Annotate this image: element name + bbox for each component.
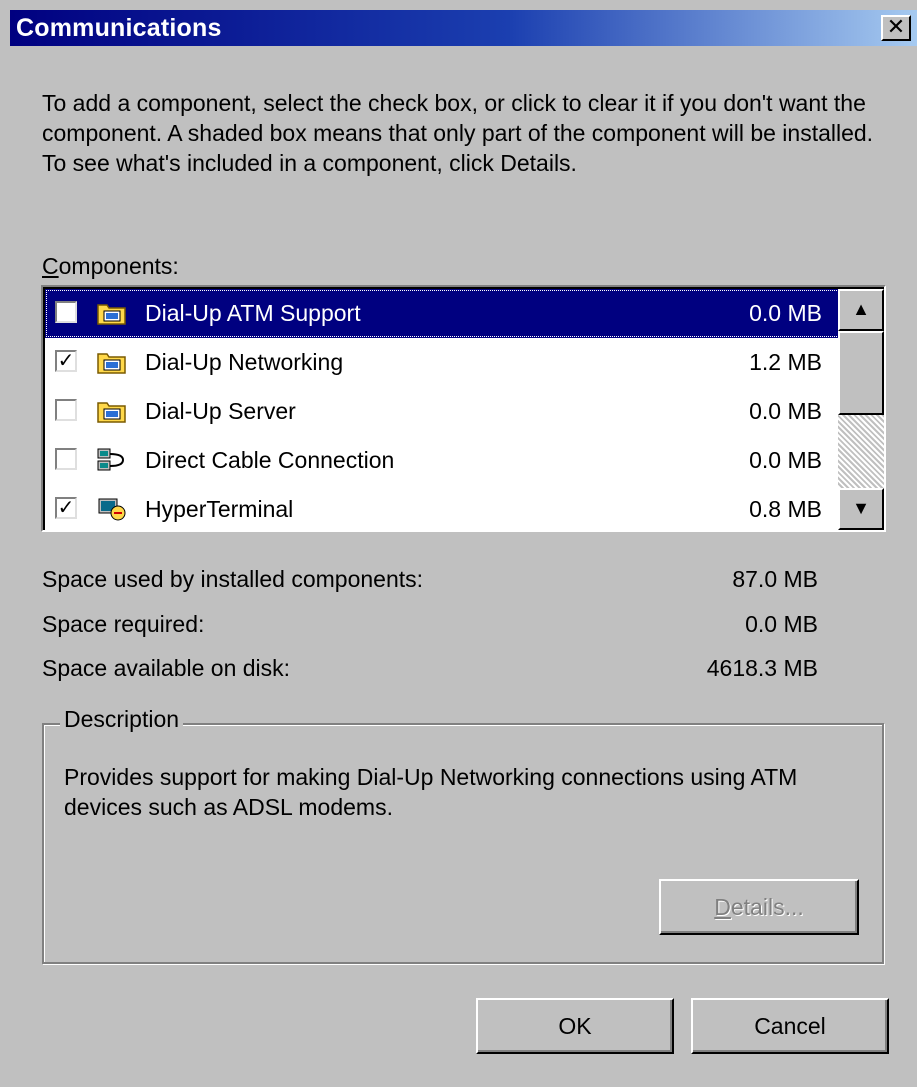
space-required-label: Space required: xyxy=(42,611,205,637)
arrow-up-icon: ▲ xyxy=(852,299,870,319)
scroll-up-button[interactable]: ▲ xyxy=(838,289,884,331)
details-button[interactable]: Details... xyxy=(659,879,859,935)
component-name: HyperTerminal xyxy=(145,496,294,522)
component-checkbox[interactable] xyxy=(55,448,77,470)
components-label: Components: xyxy=(42,253,179,279)
scroll-down-button[interactable]: ▼ xyxy=(838,488,884,530)
component-size: 1.2 MB xyxy=(749,349,822,375)
checkmark-icon: ✓ xyxy=(57,497,75,519)
cable-connection-icon xyxy=(97,447,127,473)
component-name: Direct Cable Connection xyxy=(145,447,395,473)
vertical-scrollbar[interactable]: ▲ ▼ xyxy=(838,289,884,530)
space-required-row: Space required: 0.0 MB xyxy=(42,611,818,638)
component-size: 0.8 MB xyxy=(749,496,822,522)
component-checkbox[interactable]: ✓ xyxy=(55,350,77,372)
folder-network-icon xyxy=(97,398,127,424)
checkmark-icon: ✓ xyxy=(57,350,75,372)
component-name: Dial-Up Networking xyxy=(145,349,344,375)
description-text: Provides support for making Dial-Up Netw… xyxy=(64,764,798,820)
component-row[interactable]: ✓ HyperTerminal 0.8 MB xyxy=(45,485,840,534)
component-row[interactable]: Dial-Up Server 0.0 MB xyxy=(45,387,840,436)
window-title: Communications xyxy=(16,14,222,42)
component-row[interactable]: Direct Cable Connection 0.0 MB xyxy=(45,436,840,485)
hyperterminal-icon xyxy=(97,496,127,522)
component-name: Dial-Up Server xyxy=(145,398,296,424)
component-checkbox[interactable] xyxy=(55,399,77,421)
space-required-value: 0.0 MB xyxy=(745,611,818,637)
close-icon: ✕ xyxy=(886,14,906,39)
components-rows: Dial-Up ATM Support 0.0 MB ✓ Dial-Up Networ… xyxy=(45,289,840,534)
component-row[interactable]: ✓ Dial-Up Networking 1.2 MB xyxy=(45,338,840,387)
scroll-thumb[interactable] xyxy=(838,331,884,415)
arrow-down-icon: ▼ xyxy=(852,498,870,518)
components-list[interactable]: Dial-Up ATM Support 0.0 MB ✓ Dial-Up Networ… xyxy=(41,285,886,532)
folder-network-icon xyxy=(97,349,127,375)
ok-button[interactable]: OK xyxy=(476,998,674,1054)
space-used-value: 87.0 MB xyxy=(732,566,818,592)
description-title: Description xyxy=(60,706,184,733)
space-available-row: Space available on disk: 4618.3 MB xyxy=(42,655,818,682)
component-row[interactable]: Dial-Up ATM Support 0.0 MB xyxy=(45,289,840,338)
cancel-button[interactable]: Cancel xyxy=(691,998,889,1054)
space-used-label: Space used by installed components: xyxy=(42,566,424,592)
communications-dialog: Communications ✕ To add a component, sel… xyxy=(0,0,917,1087)
instructions-text: To add a component, select the check box… xyxy=(42,90,874,176)
space-used-row: Space used by installed components: 87.0… xyxy=(42,566,818,593)
title-bar[interactable]: Communications ✕ xyxy=(10,10,917,46)
component-size: 0.0 MB xyxy=(749,447,822,473)
folder-network-icon xyxy=(97,300,127,326)
close-button[interactable]: ✕ xyxy=(881,15,911,41)
component-checkbox[interactable]: ✓ xyxy=(55,497,77,519)
component-checkbox[interactable] xyxy=(55,301,77,323)
space-available-label: Space available on disk: xyxy=(42,655,291,681)
component-size: 0.0 MB xyxy=(749,398,822,424)
component-size: 0.0 MB xyxy=(749,300,822,326)
space-available-value: 4618.3 MB xyxy=(706,655,818,681)
component-name: Dial-Up ATM Support xyxy=(145,300,361,326)
